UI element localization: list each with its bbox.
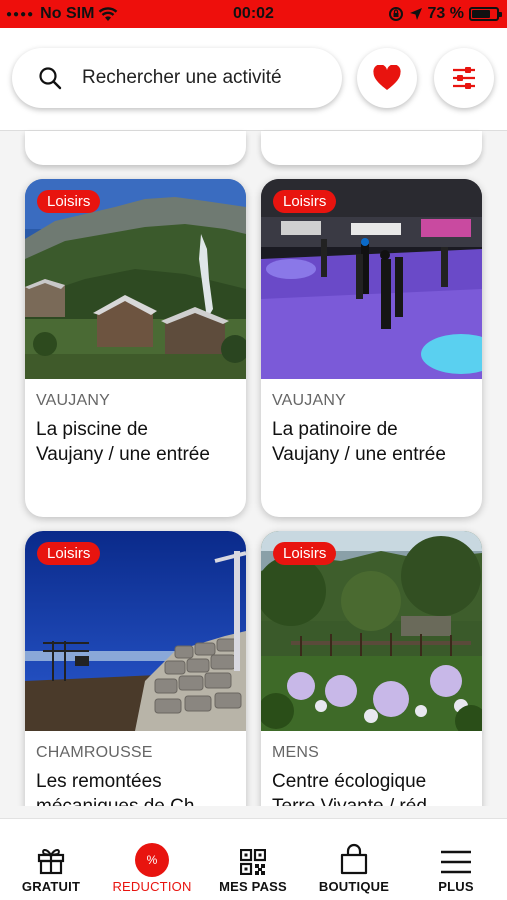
app-screen: ●●●● No SIM 00:02 73 % Rechercher une ac…	[0, 0, 507, 900]
nav-item-boutique[interactable]: BOUTIQUE	[311, 819, 397, 900]
nav-label: BOUTIQUE	[318, 879, 390, 894]
activity-card[interactable]: Loisirs VAUJANY La patinoire de Vaujany …	[261, 179, 482, 517]
battery-fill	[472, 10, 490, 18]
category-badge: Loisirs	[273, 190, 337, 213]
activity-title: Les remontées mécaniques de Ch...	[36, 769, 235, 806]
search-placeholder: Rechercher une activité	[82, 67, 282, 88]
battery-percent: 73 %	[427, 5, 464, 22]
activity-list: Loisirs VAUJANY La piscine de Vaujany / …	[0, 131, 507, 806]
search-icon	[39, 67, 62, 90]
activity-title-line: La patinoire de	[272, 419, 398, 440]
activity-card[interactable]: Loisirs VAUJANY La piscine de Vaujany / …	[25, 179, 246, 517]
activity-title: La piscine de Vaujany / une entrée	[36, 417, 235, 467]
discount-badge-symbol: %	[146, 853, 158, 867]
activity-location: MENS	[272, 744, 320, 761]
search-bar[interactable]: Rechercher une activité	[12, 48, 342, 108]
category-badge: Loisirs	[37, 190, 101, 213]
activity-image: Loisirs	[261, 531, 482, 731]
activity-title-line: Vaujany / une entrée	[272, 444, 446, 465]
activity-title: La patinoire de Vaujany / une entrée	[272, 417, 471, 467]
heart-icon	[373, 65, 401, 90]
activity-location: VAUJANY	[272, 392, 347, 409]
sliders-icon	[453, 67, 475, 89]
qr-code-icon	[240, 849, 266, 875]
activity-image: Loisirs	[25, 179, 246, 379]
nav-label: REDUCTION	[112, 879, 192, 894]
location-arrow-icon	[409, 8, 422, 20]
nav-label: PLUS	[438, 879, 474, 894]
bottom-navigation: GRATUIT % REDUCTION MES PASS BOUTIQUE PL…	[0, 818, 507, 900]
activity-location: CHAMROUSSE	[36, 744, 153, 761]
search-header: Rechercher une activité	[0, 28, 507, 131]
activity-image: Loisirs	[261, 179, 482, 379]
category-badge: Loisirs	[273, 542, 337, 565]
favorites-button[interactable]	[357, 48, 417, 108]
status-right: 73 %	[388, 5, 502, 23]
nav-label: GRATUIT	[21, 879, 81, 894]
activity-title-line: La piscine de	[36, 419, 148, 440]
activity-title-line: Terre Vivante / réd...	[272, 794, 471, 806]
filter-button[interactable]	[434, 48, 494, 108]
status-bar: ●●●● No SIM 00:02 73 %	[0, 0, 507, 28]
gift-icon	[37, 849, 65, 875]
category-badge: Loisirs	[37, 542, 101, 565]
activity-image: Loisirs	[25, 531, 246, 731]
activity-title: Centre écologique Terre Vivante / réd...	[272, 769, 471, 806]
nav-label: MES PASS	[219, 879, 287, 894]
nav-item-reduction[interactable]: % REDUCTION	[108, 819, 196, 900]
battery-icon	[469, 7, 502, 21]
shopping-bag-icon	[340, 843, 368, 875]
activity-title-line: Centre écologique	[272, 771, 427, 792]
activity-title-line: mécaniques de Ch...	[36, 794, 235, 806]
activity-title-line: Vaujany / une entrée	[36, 444, 210, 465]
hamburger-menu-icon	[441, 850, 471, 874]
activity-card[interactable]: Loisirs CHAMROUSSE Les remontées mécaniq…	[25, 531, 246, 806]
activity-title-line: Les remontées	[36, 771, 162, 792]
activity-location: VAUJANY	[36, 392, 111, 409]
nav-item-plus[interactable]: PLUS	[420, 819, 492, 900]
activity-card[interactable]: Loisirs MENS Centre écologique Terre Viv…	[261, 531, 482, 806]
nav-item-gratuit[interactable]: GRATUIT	[10, 819, 92, 900]
nav-item-mes-pass[interactable]: MES PASS	[210, 819, 296, 900]
discount-badge-icon: %	[137, 845, 167, 875]
orientation-lock-icon	[388, 7, 403, 21]
